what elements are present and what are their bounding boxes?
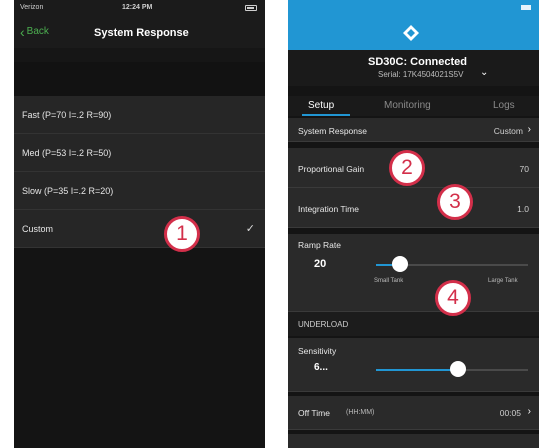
annotation-badge-4: 4 [435,280,471,316]
option-label: Custom [22,224,54,234]
checkmark-icon: ✓ [245,223,255,235]
device-header[interactable]: SD30C: Connected Serial: 17K4504021S5V ⌄ [288,50,539,86]
tab-bar: Setup Monitoring Logs [288,96,539,116]
option-custom[interactable]: Custom ✓ [14,210,265,248]
brand-logo-icon [403,25,419,41]
left-phone-screen: Verizon 12:24 PM ‹ Back System Response … [14,0,265,448]
ramp-rate-label: Ramp Rate [298,240,341,250]
sensitivity-value: 6... [314,362,328,373]
integration-time-value: 1.0 [517,204,529,214]
integration-time-label: Integration Time [298,204,359,214]
option-label: Med (P=53 I=.2 R=50) [22,148,112,158]
status-bar: Verizon 12:24 PM [14,0,265,18]
chevron-down-icon: ⌄ [480,67,489,78]
tab-logs[interactable]: Logs [493,100,515,111]
sensitivity-row: Sensitivity 6... [288,338,539,392]
screenshot-stage: Verizon 12:24 PM ‹ Back System Response … [0,0,539,448]
ramp-rate-min-label: Small Tank [374,278,404,284]
carrier-label: Verizon [20,4,44,11]
app-header [288,0,539,50]
system-response-row[interactable]: System Response Custom › [288,118,539,142]
tab-monitoring[interactable]: Monitoring [384,100,431,111]
sensitivity-fill [376,369,460,371]
option-slow[interactable]: Slow (P=35 I=.2 R=20) [14,172,265,210]
option-fast[interactable]: Fast (P=70 I=.2 R=90) [14,96,265,134]
option-med[interactable]: Med (P=53 I=.2 R=50) [14,134,265,172]
nav-bar: ‹ Back System Response [14,18,265,48]
tab-setup[interactable]: Setup [308,100,334,111]
sensitivity-label: Sensitivity [298,346,337,356]
annotation-badge-2: 2 [389,150,425,186]
response-options-list: Fast (P=70 I=.2 R=90) Med (P=53 I=.2 R=5… [14,96,265,248]
empty-area [14,248,265,448]
ramp-rate-slider-handle[interactable] [392,256,408,272]
underload-section-title: UNDERLOAD [298,320,349,329]
ramp-rate-max-label: Large Tank [488,278,518,284]
off-time-label: Off Time [298,408,330,418]
back-label: Back [26,26,49,37]
system-response-label: System Response [298,126,367,136]
sensitivity-slider-handle[interactable] [450,361,466,377]
system-response-value: Custom [493,126,523,136]
chevron-left-icon: ‹ [20,23,25,40]
battery-icon [521,5,531,10]
chevron-right-icon: › [527,406,531,417]
device-status-title: SD30C: Connected [368,56,468,68]
off-time-value: 00:05 [499,408,521,418]
proportional-gain-label: Proportional Gain [298,164,365,174]
back-button[interactable]: ‹ Back [20,23,49,40]
page-title: System Response [94,27,189,39]
active-tab-indicator [302,114,350,116]
off-time-row[interactable]: Off Time (HH:MM) 00:05 › [288,396,539,430]
option-label: Slow (P=35 I=.2 R=20) [22,186,114,196]
next-row-partial [288,434,539,448]
ramp-rate-row: Ramp Rate 20 Small Tank Large Tank [288,234,539,312]
annotation-badge-1: 1 [164,216,200,252]
right-phone-screen: SD30C: Connected Serial: 17K4504021S5V ⌄… [288,0,539,448]
proportional-gain-value: 70 [519,164,529,174]
annotation-badge-3: 3 [437,184,473,220]
battery-icon [245,5,257,11]
off-time-unit: (HH:MM) [346,409,375,416]
option-label: Fast (P=70 I=.2 R=90) [22,110,112,120]
integration-time-row[interactable]: Integration Time 1.0 [288,188,539,228]
status-time: 12:24 PM [122,4,153,11]
section-spacer [14,62,265,96]
ramp-rate-value: 20 [314,258,327,270]
underload-section-header: UNDERLOAD [288,312,539,336]
device-serial: Serial: 17K4504021S5V [378,70,464,79]
chevron-right-icon: › [527,124,531,135]
